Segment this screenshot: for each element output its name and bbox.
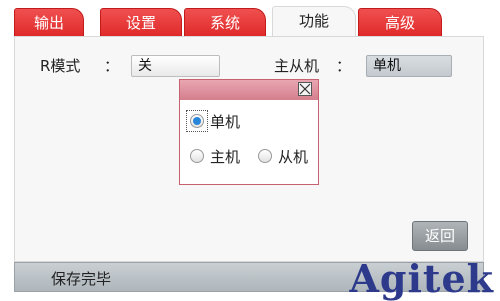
master-slave-dialog xyxy=(179,79,319,185)
radio-checked-icon[interactable] xyxy=(190,114,204,128)
radio-option-slave[interactable]: 从机 xyxy=(258,145,308,167)
tab-output[interactable]: 输出 xyxy=(14,8,84,36)
back-button[interactable]: 返回 xyxy=(412,221,468,251)
r-mode-label: R模式 xyxy=(40,57,81,75)
master-slave-label: 主从机 xyxy=(274,57,320,75)
close-icon[interactable] xyxy=(298,82,312,96)
dialog-header xyxy=(180,80,318,100)
tab-advanced[interactable]: 高级 xyxy=(358,8,442,36)
device-screen: 输出 设置 系统 功能 高级 R模式 ： 关 主从机 ： 单机 单机 主机 从机 xyxy=(0,0,500,300)
radio-unchecked-icon[interactable] xyxy=(190,149,204,163)
tab-settings[interactable]: 设置 xyxy=(100,8,182,36)
radio-option-master[interactable]: 主机 xyxy=(190,145,240,167)
radio-label-slave: 从机 xyxy=(278,147,309,166)
master-slave-select[interactable]: 单机 xyxy=(366,55,452,77)
master-slave-colon: ： xyxy=(336,57,352,75)
radio-label-standalone: 单机 xyxy=(210,112,241,131)
r-mode-select[interactable]: 关 xyxy=(131,55,220,77)
radio-option-standalone[interactable]: 单机 xyxy=(190,110,240,132)
tab-system[interactable]: 系统 xyxy=(184,8,266,36)
r-mode-colon: ： xyxy=(104,57,120,75)
brand-watermark: Agitek xyxy=(349,256,494,301)
status-text: 保存完毕 xyxy=(51,270,112,288)
radio-unchecked-icon[interactable] xyxy=(258,149,272,163)
radio-label-master: 主机 xyxy=(210,147,241,166)
tab-bar: 输出 设置 系统 功能 高级 xyxy=(14,6,484,38)
tab-function[interactable]: 功能 xyxy=(272,6,356,38)
